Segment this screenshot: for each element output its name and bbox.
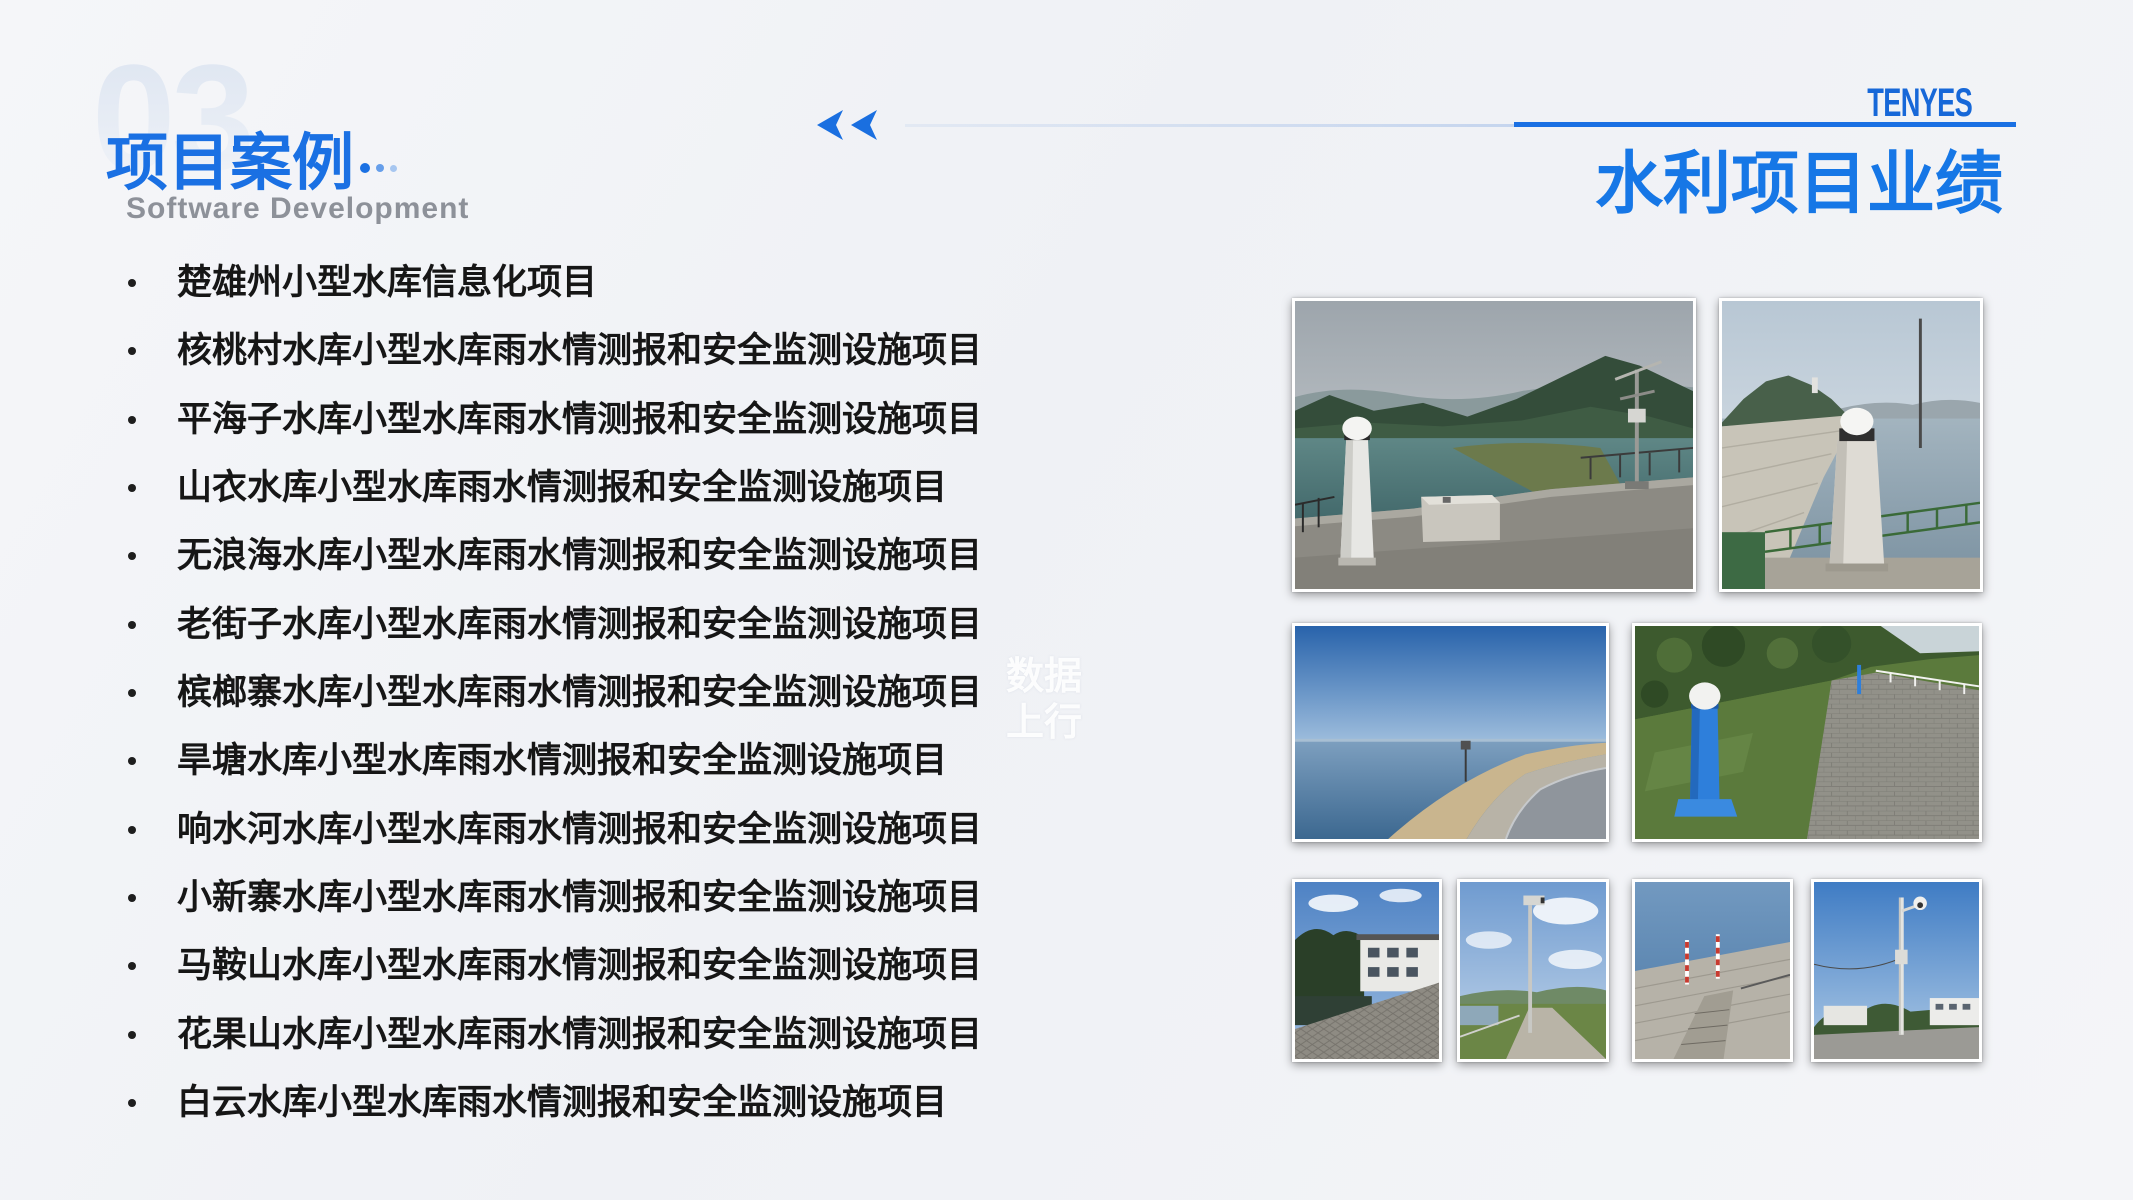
list-item: 旱塘水库小型水库雨水情测报和安全监测设施项目 bbox=[0, 727, 1000, 795]
list-item: 槟榔寨水库小型水库雨水情测报和安全监测设施项目 bbox=[0, 659, 1000, 727]
list-item: 山衣水库小型水库雨水情测报和安全监测设施项目 bbox=[0, 454, 1000, 522]
project-name: 核桃村水库小型水库雨水情测报和安全监测设施项目 bbox=[177, 331, 983, 372]
bullet-icon bbox=[128, 1099, 136, 1108]
list-item: 平海子水库小型水库雨水情测报和安全监测设施项目 bbox=[0, 386, 1000, 454]
list-item: 小新寨水库小型水库雨水情测报和安全监测设施项目 bbox=[0, 864, 1000, 932]
list-item: 无浪海水库小型水库雨水情测报和安全监测设施项目 bbox=[0, 522, 1000, 590]
project-list: 楚雄州小型水库信息化项目 核桃村水库小型水库雨水情测报和安全监测设施项目 平海子… bbox=[0, 249, 1000, 1137]
bullet-icon bbox=[128, 484, 136, 493]
brand-logo-text: TENYES bbox=[1867, 81, 1972, 125]
project-name: 山衣水库小型水库雨水情测报和安全监测设施项目 bbox=[177, 468, 948, 509]
dot bbox=[376, 164, 384, 172]
project-photo bbox=[1719, 298, 1983, 592]
bullet-icon bbox=[128, 279, 136, 288]
overlay-watermark: 数据 上行 bbox=[1006, 653, 1082, 745]
project-name: 旱塘水库小型水库雨水情测报和安全监测设施项目 bbox=[177, 741, 948, 782]
bullet-icon bbox=[128, 689, 136, 698]
list-item: 响水河水库小型水库雨水情测报和安全监测设施项目 bbox=[0, 796, 1000, 864]
landscape bbox=[1460, 986, 1606, 1059]
photo-image bbox=[1635, 626, 1979, 839]
section-title: 项目案例 bbox=[106, 126, 355, 199]
dot bbox=[390, 164, 397, 172]
project-photo bbox=[1632, 623, 1982, 842]
project-photo bbox=[1457, 879, 1609, 1062]
list-item: 马鞍山水库小型水库雨水情测报和安全监测设施项目 bbox=[0, 932, 1000, 1000]
double-chevron-left-icon bbox=[817, 110, 877, 140]
project-name: 花果山水库小型水库雨水情测报和安全监测设施项目 bbox=[177, 1014, 983, 1055]
list-item: 花果山水库小型水库雨水情测报和安全监测设施项目 bbox=[0, 1001, 1000, 1069]
photo-image bbox=[1814, 882, 1979, 1059]
photo-image bbox=[1635, 882, 1790, 1059]
project-name: 楚雄州小型水库信息化项目 bbox=[177, 263, 598, 304]
project-photo bbox=[1811, 879, 1982, 1062]
project-name: 老街子水库小型水库雨水情测报和安全监测设施项目 bbox=[177, 604, 983, 645]
bullet-icon bbox=[128, 620, 136, 629]
project-name: 槟榔寨水库小型水库雨水情测报和安全监测设施项目 bbox=[177, 673, 983, 714]
photo-image bbox=[1295, 626, 1606, 839]
dot bbox=[360, 163, 370, 173]
project-name: 无浪海水库小型水库雨水情测报和安全监测设施项目 bbox=[177, 536, 983, 577]
bullet-icon bbox=[128, 825, 136, 834]
bullet-icon bbox=[128, 757, 136, 766]
bullet-icon bbox=[128, 347, 136, 356]
bullet-icon bbox=[128, 1030, 136, 1039]
photo-image bbox=[1722, 301, 1980, 589]
project-name: 马鞍山水库小型水库雨水情测报和安全监测设施项目 bbox=[177, 946, 983, 987]
project-name: 小新寨水库小型水库雨水情测报和安全监测设施项目 bbox=[177, 878, 983, 919]
project-photo bbox=[1292, 623, 1609, 842]
header-divider-light bbox=[905, 124, 1515, 127]
project-name: 白云水库小型水库雨水情测报和安全监测设施项目 bbox=[177, 1083, 948, 1124]
project-photo bbox=[1292, 298, 1696, 592]
project-photo bbox=[1292, 879, 1442, 1062]
landscape bbox=[1635, 882, 1790, 1059]
project-name: 平海子水库小型水库雨水情测报和安全监测设施项目 bbox=[177, 399, 983, 440]
bullet-icon bbox=[128, 962, 136, 971]
project-name: 响水河水库小型水库雨水情测报和安全监测设施项目 bbox=[177, 809, 983, 850]
bullet-icon bbox=[128, 552, 136, 561]
list-item: 核桃村水库小型水库雨水情测报和安全监测设施项目 bbox=[0, 317, 1000, 385]
sky bbox=[1295, 626, 1606, 741]
page-title: 水利项目业绩 bbox=[1594, 145, 2003, 224]
list-item: 老街子水库小型水库雨水情测报和安全监测设施项目 bbox=[0, 591, 1000, 659]
bullet-icon bbox=[128, 415, 136, 424]
section-subtitle: Software Development bbox=[126, 192, 470, 225]
photo-image bbox=[1295, 882, 1439, 1059]
list-item: 白云水库小型水库雨水情测报和安全监测设施项目 bbox=[0, 1069, 1000, 1137]
photo-image bbox=[1460, 882, 1606, 1059]
photo-image bbox=[1295, 301, 1693, 589]
overlay-watermark-line: 数据 bbox=[1006, 654, 1083, 698]
overlay-watermark-line: 上行 bbox=[1006, 700, 1083, 744]
list-item: 楚雄州小型水库信息化项目 bbox=[0, 249, 1000, 317]
bullet-icon bbox=[128, 894, 136, 903]
project-photo bbox=[1632, 879, 1793, 1062]
landscape bbox=[1295, 738, 1606, 839]
dots-icon bbox=[360, 163, 397, 173]
